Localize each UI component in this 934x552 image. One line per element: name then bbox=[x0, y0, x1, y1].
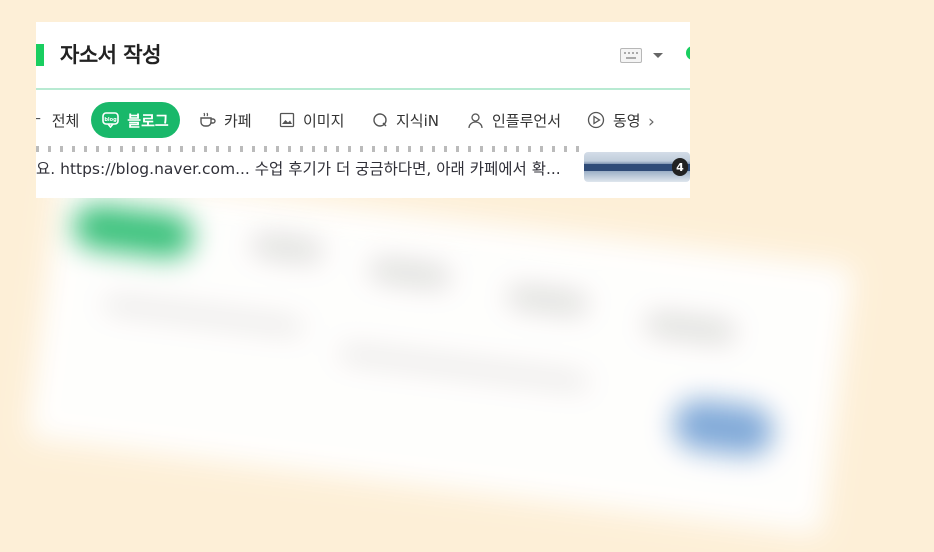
tab-blog[interactable]: blog 블로그 bbox=[91, 102, 180, 138]
tab-label: 이미지 bbox=[303, 111, 345, 130]
green-circle-icon[interactable] bbox=[686, 46, 690, 60]
cropped-text-line bbox=[36, 146, 581, 152]
tab-influencer[interactable]: 인플루언서 bbox=[467, 102, 561, 138]
tab-label: 지식iN bbox=[396, 111, 439, 130]
tab-video[interactable]: 동영 bbox=[587, 102, 641, 138]
search-panel: 자소서 작성 ⌐ 전체 blog 블로그 카페 이미 bbox=[36, 22, 690, 198]
tab-image[interactable]: 이미지 bbox=[279, 102, 344, 138]
person-icon bbox=[467, 112, 484, 129]
image-icon bbox=[279, 112, 295, 128]
svg-text:blog: blog bbox=[105, 117, 118, 123]
search-tabs: ⌐ 전체 blog 블로그 카페 이미지 지식iN bbox=[36, 100, 690, 140]
chevron-right-icon[interactable]: › bbox=[648, 112, 655, 132]
blog-icon: blog bbox=[102, 112, 120, 128]
blurred-background-card bbox=[27, 170, 855, 536]
keyboard-icon[interactable] bbox=[620, 48, 642, 63]
search-query-title[interactable]: 자소서 작성 bbox=[60, 39, 161, 69]
play-icon bbox=[587, 111, 605, 129]
result-snippet[interactable]: 요. https://blog.naver.com... 수업 후기가 더 궁금… bbox=[36, 156, 581, 182]
tab-label: 동영 bbox=[613, 111, 641, 130]
tab-cafe[interactable]: 카페 bbox=[198, 102, 252, 138]
caret-down-icon[interactable] bbox=[653, 53, 663, 58]
tab-label: 블로그 bbox=[127, 111, 169, 130]
search-header: 자소서 작성 bbox=[36, 22, 690, 90]
tab-label: 전체 bbox=[51, 111, 80, 130]
all-icon: ⌐ bbox=[36, 112, 42, 128]
cafe-icon bbox=[198, 111, 216, 129]
tab-all[interactable]: ⌐ 전체 bbox=[36, 102, 79, 138]
result-thumbnail[interactable]: 4 bbox=[584, 152, 690, 182]
thumbnail-count-badge: 4 bbox=[672, 158, 688, 176]
tab-label: 인플루언서 bbox=[492, 111, 562, 130]
accent-bar bbox=[36, 44, 44, 66]
kin-icon bbox=[372, 112, 388, 128]
tab-kin[interactable]: 지식iN bbox=[372, 102, 439, 138]
tab-label: 카페 bbox=[224, 111, 252, 130]
